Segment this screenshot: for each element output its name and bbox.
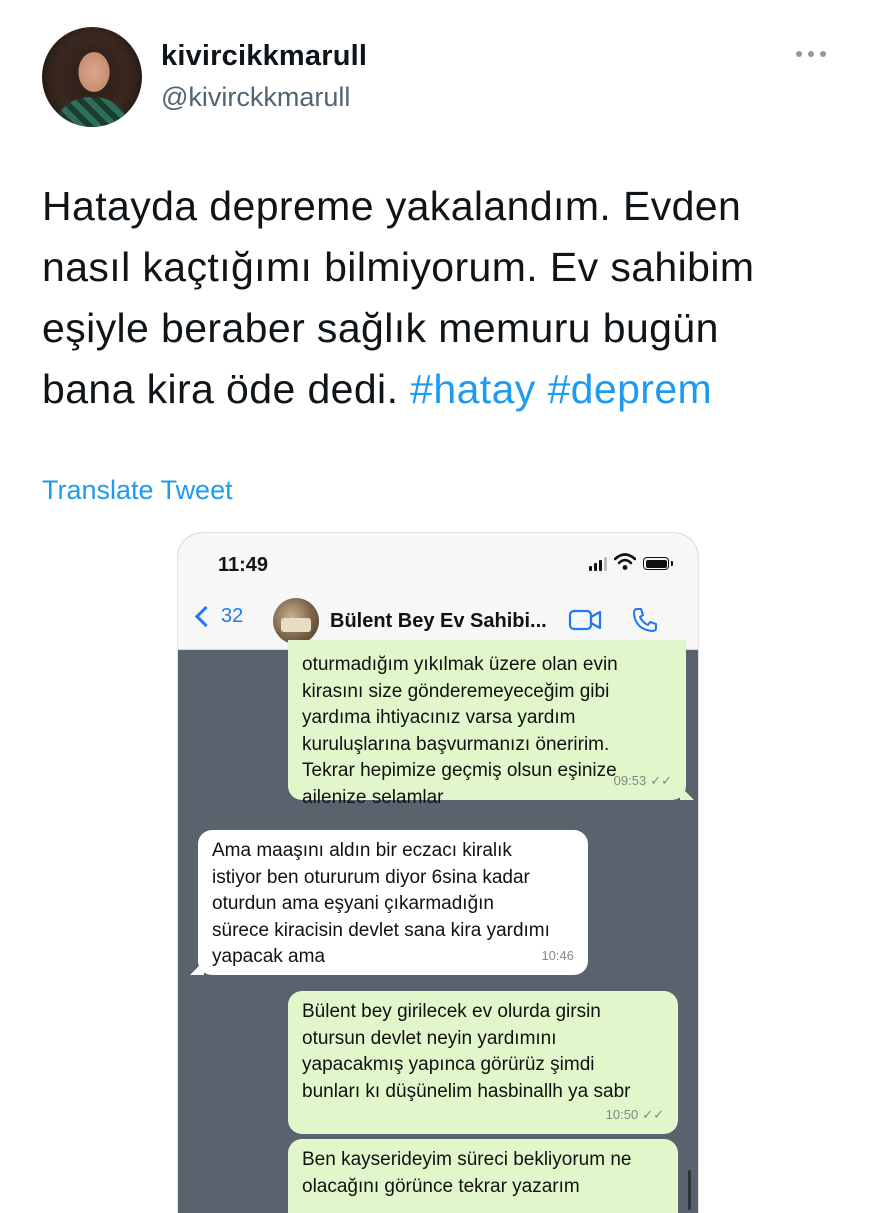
message-line: Bülent bey girilecek ev olurda girsin bbox=[302, 1001, 601, 1022]
message-line: Ama maaşını aldın bir eczacı kiralık bbox=[212, 840, 512, 861]
contact-name[interactable]: Bülent Bey Ev Sahibi... bbox=[330, 610, 547, 633]
wifi-icon bbox=[614, 553, 636, 570]
tweet-line-last: bana kira öde dedi. #hatay #deprem bbox=[42, 359, 832, 420]
chat-screenshot[interactable]: 11:49 32 Bülent Bey Ev Sahibi... oturmad… bbox=[178, 533, 698, 1213]
tweet-line: eşiyle beraber sağlık memuru bugün bbox=[42, 305, 719, 351]
bubble-tail bbox=[190, 961, 204, 975]
hashtag-deprem[interactable]: #deprem bbox=[547, 366, 712, 412]
status-bar: 11:49 bbox=[178, 533, 698, 593]
message-bubble-incoming[interactable]: Ama maaşını aldın bir eczacı kiralık ist… bbox=[190, 830, 588, 975]
tweet-line: Hatayda depreme yakalandım. Evden bbox=[42, 183, 742, 229]
message-line: sürece kiracisin devlet sana kira yardım… bbox=[212, 919, 550, 941]
video-call-icon[interactable] bbox=[568, 607, 602, 633]
message-line: istiyor ben otururum diyor 6sina kadar bbox=[212, 866, 530, 888]
message-line: olacağını görünce tekrar yazarım bbox=[302, 1175, 580, 1197]
status-time: 11:49 bbox=[218, 554, 269, 576]
display-name[interactable]: kivircikkmarull bbox=[161, 40, 367, 73]
message-line: oturdun ama eşyani çıkarmadığın bbox=[212, 893, 494, 914]
tweet-text: Hatayda depreme yakalandım. Evden nasıl … bbox=[42, 176, 832, 420]
message-time: 10:46 bbox=[541, 947, 574, 963]
hashtag-hatay[interactable]: #hatay bbox=[410, 366, 536, 412]
phone-call-icon[interactable] bbox=[631, 606, 659, 634]
message-bubble-outgoing[interactable]: oturmadığım yıkılmak üzere olan evin kir… bbox=[288, 640, 694, 808]
message-time: 10:50 bbox=[605, 1106, 639, 1122]
message-line: otursun devlet neyin yardımını bbox=[302, 1027, 557, 1049]
message-bubble-outgoing[interactable]: Ben kayserideyim süreci bekliyorum ne ol… bbox=[288, 1139, 678, 1213]
message-line: yardıma ihtiyacınız varsa yardım bbox=[302, 707, 576, 728]
unread-count: 32 bbox=[221, 605, 244, 627]
message-line: yapacak ama bbox=[212, 946, 326, 967]
message-list[interactable]: oturmadığım yıkılmak üzere olan evin kir… bbox=[178, 640, 698, 1213]
read-check-icon: ✓✓ bbox=[642, 1106, 664, 1122]
bubble-tail bbox=[680, 786, 694, 800]
read-check-icon: ✓✓ bbox=[650, 772, 672, 788]
contact-avatar[interactable] bbox=[273, 598, 319, 644]
back-chevron-icon bbox=[194, 605, 217, 628]
tweet-line: nasıl kaçtığımı bilmiyorum. Ev sahibim bbox=[42, 244, 755, 290]
message-line: kirasını size gönderemeyeceğim gibi bbox=[302, 680, 610, 702]
profile-avatar[interactable] bbox=[42, 27, 142, 127]
message-meta: 10:46 bbox=[541, 943, 574, 970]
message-meta: 09:53 ✓✓ bbox=[614, 768, 672, 795]
back-button[interactable]: 32 bbox=[192, 605, 243, 628]
translate-tweet-link[interactable]: Translate Tweet bbox=[42, 475, 233, 506]
user-handle[interactable]: @kivirckkmarull bbox=[161, 82, 350, 113]
battery-icon bbox=[643, 557, 673, 570]
avatar-shirt bbox=[52, 97, 132, 127]
message-time: 09:53 bbox=[613, 772, 647, 788]
message-line: oturmadığım yıkılmak üzere olan evin bbox=[302, 654, 618, 675]
message-line: Ben kayserideyim süreci bekliyorum ne bbox=[302, 1149, 632, 1170]
message-line: yapacakmış yapınca görürüz şimdi bbox=[302, 1054, 595, 1075]
signal-icon bbox=[589, 557, 609, 571]
message-bubble-outgoing[interactable]: Bülent bey girilecek ev olurda girsin ot… bbox=[288, 991, 678, 1134]
scrollbar[interactable] bbox=[688, 1170, 691, 1210]
message-meta: 10:50 ✓✓ bbox=[606, 1102, 664, 1129]
more-dots-icon[interactable] bbox=[796, 44, 832, 64]
message-line: kuruluşlarına başvurmanızı öneririm. bbox=[302, 733, 610, 755]
tweet-line: bana kira öde dedi. bbox=[42, 366, 399, 412]
